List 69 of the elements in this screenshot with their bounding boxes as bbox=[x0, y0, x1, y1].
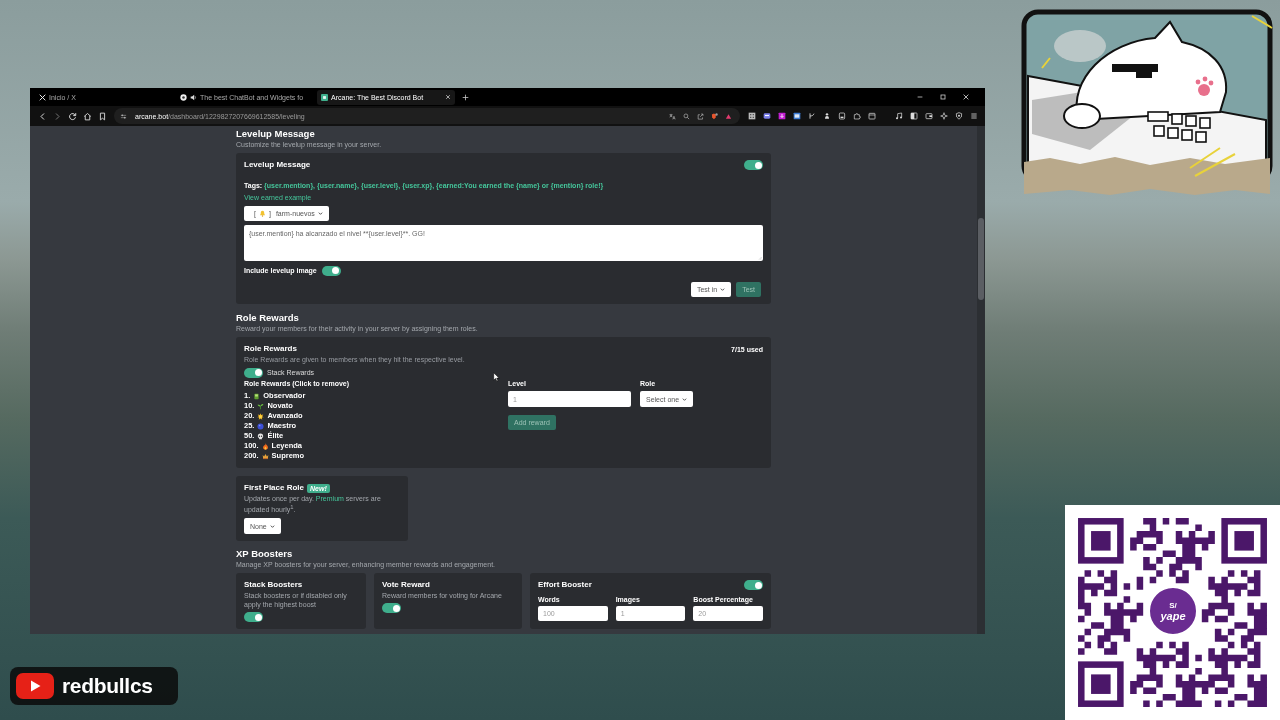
channel-name: redbullcs bbox=[62, 674, 153, 698]
section-heading: Levelup Message bbox=[236, 128, 316, 140]
minimize-icon[interactable] bbox=[916, 93, 924, 101]
card-title: Role Rewards bbox=[244, 343, 297, 355]
download-icon[interactable] bbox=[778, 112, 786, 120]
card-title: First Place Role bbox=[244, 482, 305, 494]
sidebar-icon[interactable] bbox=[910, 112, 918, 120]
close-icon[interactable] bbox=[962, 93, 970, 101]
orb-icon bbox=[257, 422, 265, 430]
toggle-switch[interactable] bbox=[244, 367, 263, 378]
ring-icon bbox=[180, 93, 187, 101]
seedling-icon bbox=[257, 402, 265, 410]
chevron-down-icon bbox=[720, 287, 726, 292]
back-icon[interactable] bbox=[38, 111, 47, 121]
tablet-icon[interactable] bbox=[838, 112, 846, 120]
shield-icon[interactable] bbox=[711, 112, 718, 120]
person-icon[interactable] bbox=[823, 112, 831, 120]
resize-handle-icon[interactable] bbox=[758, 256, 762, 260]
card-title: Effort Booster bbox=[538, 579, 592, 592]
chevron-down-icon bbox=[682, 396, 688, 402]
share-icon[interactable] bbox=[697, 112, 704, 120]
section-heading: Role Rewards bbox=[236, 312, 300, 324]
scrollbar[interactable] bbox=[977, 126, 985, 634]
sun-icon bbox=[257, 412, 265, 420]
sparkle-icon[interactable] bbox=[940, 112, 948, 120]
play-logo-icon bbox=[16, 673, 54, 699]
magnifier-icon[interactable] bbox=[683, 112, 690, 120]
toggle-switch[interactable] bbox=[321, 265, 341, 276]
chevron-down-icon bbox=[317, 211, 323, 216]
shield-icon[interactable] bbox=[955, 112, 963, 120]
section-heading: XP Boosters bbox=[236, 548, 294, 561]
scrollbar-thumb[interactable] bbox=[978, 218, 984, 300]
logo-text: yape bbox=[1160, 609, 1186, 622]
maximize-icon[interactable] bbox=[939, 93, 947, 101]
chevron-down-icon bbox=[269, 523, 275, 529]
app-tile-icon bbox=[321, 93, 328, 101]
plus-icon[interactable] bbox=[462, 93, 469, 101]
calendar-icon[interactable] bbox=[868, 112, 876, 120]
flame-icon bbox=[261, 442, 269, 450]
currency-symbol: S/ bbox=[1169, 600, 1177, 610]
close-icon[interactable] bbox=[445, 94, 451, 100]
toggle-switch[interactable] bbox=[744, 580, 763, 591]
home-icon[interactable] bbox=[83, 111, 92, 121]
skull-icon bbox=[257, 432, 265, 440]
speaker-icon[interactable] bbox=[190, 93, 197, 101]
window-icon[interactable] bbox=[793, 112, 801, 120]
bookmark-icon[interactable] bbox=[98, 111, 107, 121]
music-note-icon[interactable] bbox=[895, 112, 903, 120]
card-title: Vote Reward bbox=[382, 579, 430, 592]
toggle-switch[interactable] bbox=[244, 612, 263, 623]
x-letter-icon bbox=[39, 93, 46, 101]
menu-icon[interactable] bbox=[970, 112, 978, 120]
branch-icon[interactable] bbox=[808, 112, 816, 120]
bell-icon bbox=[258, 210, 266, 217]
card-title: Stack Boosters bbox=[244, 579, 303, 592]
site-settings-icon[interactable] bbox=[120, 112, 127, 120]
toggle-switch[interactable] bbox=[744, 160, 763, 170]
reload-icon[interactable] bbox=[68, 111, 77, 121]
triangle-icon[interactable] bbox=[725, 112, 732, 120]
message-icon[interactable] bbox=[763, 112, 771, 120]
grid-icon[interactable] bbox=[748, 112, 756, 120]
crown-icon bbox=[261, 452, 269, 460]
wallet-icon[interactable] bbox=[925, 112, 933, 120]
cursor-icon bbox=[493, 372, 500, 382]
card-title: Levelup Message bbox=[244, 159, 311, 171]
puzzle-icon[interactable] bbox=[853, 112, 861, 120]
book-icon bbox=[253, 392, 261, 400]
toggle-switch[interactable] bbox=[382, 603, 401, 614]
translate-icon[interactable] bbox=[669, 112, 676, 120]
